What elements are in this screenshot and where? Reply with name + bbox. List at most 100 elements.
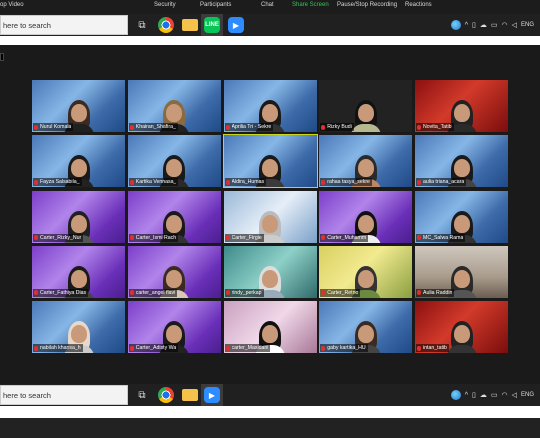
participant-tile[interactable]: Carter_Adisty Wa [127, 301, 221, 353]
zoom-app-icon[interactable]: ▶ [204, 387, 220, 403]
file-explorer-icon[interactable] [182, 389, 198, 401]
participant-name: Carter_Muhamm [327, 234, 367, 241]
mic-muted-icon [321, 179, 326, 185]
mic-muted-icon [129, 345, 134, 351]
chrome-icon[interactable] [158, 387, 174, 403]
top-strip: op Video Security Participants Chat Shar… [0, 0, 540, 36]
participant-name-label: Aulia Raddin [416, 288, 455, 297]
battery-icon[interactable]: ▯ [472, 21, 476, 29]
participant-tile[interactable]: Carter_Rizky_Nur [32, 190, 125, 243]
network-icon[interactable]: ▭ [491, 21, 498, 29]
mic-muted-icon [417, 290, 421, 296]
participant-tile[interactable]: Carter_Fathiya Dias [32, 245, 125, 298]
taskbar-search-box[interactable]: here to search [0, 15, 128, 35]
participant-name: Carter_Adisty Wa [135, 345, 177, 351]
chevron-up-icon[interactable]: ^ [465, 22, 468, 29]
participant-tile[interactable]: rindy_perkap [223, 245, 317, 298]
mic-muted-icon [225, 124, 230, 130]
participant-tile[interactable]: Carter_Ismi Rach [127, 190, 221, 243]
taskbar: here to search ⧉ LINE ▶ ^ ▯ ☁ ▭ ◠ ◁ ENG [0, 14, 540, 36]
line-app-icon[interactable]: LINE [204, 17, 220, 33]
participant-tile[interactable]: carter_Maxidani [223, 301, 317, 353]
reactions-button[interactable]: Reactions [405, 2, 432, 8]
mic-muted-icon [34, 124, 38, 130]
battery-icon[interactable]: ▯ [472, 391, 476, 399]
participant-name-label: Carter_Rizky_Nur [33, 233, 84, 242]
participant-tile[interactable]: Fayza Salsabila_ [32, 135, 125, 188]
participant-tile[interactable]: rahaa tasya_sekre [319, 135, 413, 188]
chrome-icon[interactable] [158, 17, 174, 33]
zoom-app-icon[interactable]: ▶ [228, 17, 244, 33]
participant-name-label: Khairan_Shafira_ [128, 123, 178, 131]
taskbar-search-text-bottom: here to search [3, 391, 51, 400]
participant-tile[interactable]: Khairan_Shafira_ [127, 80, 221, 132]
participant-name: intan_tatib [423, 345, 447, 351]
language-indicator[interactable]: ENG [521, 392, 534, 398]
participant-name-label: Carter_Muhamm [320, 233, 369, 242]
language-indicator[interactable]: ENG [521, 22, 534, 28]
weather-icon[interactable] [450, 390, 461, 400]
participant-grid: Nurul Komala Khairan_Shafira_ Aprilia Tri … [32, 80, 508, 353]
participant-tile[interactable]: Aprilia Tri - Sekre [223, 80, 317, 132]
participant-name-label: Carter_Retno [320, 288, 361, 297]
participant-name-label: nabilah khansa_h [33, 344, 83, 352]
participant-tile[interactable]: Aulia Raddin [415, 245, 508, 298]
participant-name: Carter_Retno [327, 289, 359, 296]
participant-tile[interactable]: gaby kartika_HU [319, 301, 413, 353]
participant-name-label: Fayza Salsabila_ [33, 178, 82, 187]
participant-tile[interactable]: MC_Salwa Rama [415, 190, 508, 243]
participant-tile[interactable]: Rizky Budi [319, 80, 413, 132]
participant-tile[interactable]: Carter_Retno [319, 245, 413, 298]
participant-name: Aprilia Tri - Sekre [231, 124, 272, 130]
participant-tile[interactable]: carter_angel flavi [127, 245, 221, 298]
participant-video [350, 98, 381, 132]
file-explorer-icon[interactable] [182, 19, 198, 31]
participants-button[interactable]: Participants [200, 2, 231, 8]
volume-icon[interactable]: ◁ [512, 21, 517, 29]
participant-name: Carter_Firgie [231, 234, 262, 241]
chevron-up-icon[interactable]: ^ [465, 392, 468, 399]
mic-muted-icon [129, 124, 134, 130]
chat-button[interactable]: Chat [261, 2, 274, 8]
share-screen-button[interactable]: Share Screen [292, 2, 329, 8]
cloud-icon[interactable]: ☁ [480, 391, 487, 399]
taskbar-search-text: here to search [3, 21, 51, 30]
security-button[interactable]: Security [154, 2, 176, 8]
task-view-icon[interactable]: ⧉ [134, 387, 150, 403]
participant-tile[interactable]: intan_tatib [415, 301, 508, 353]
taskbar-search-box-bottom[interactable]: here to search [0, 385, 128, 405]
participant-name-label: intan_tatib [416, 344, 449, 352]
participant-tile[interactable]: Carter_Muhamm [319, 190, 413, 243]
participant-tile[interactable]: nabilah khansa_h [32, 301, 125, 353]
wifi-icon[interactable]: ◠ [501, 391, 507, 399]
record-button[interactable]: Pause/Stop Recording [337, 2, 397, 8]
participant-name-label: Carter_Ismi Rach [128, 233, 179, 242]
weather-icon[interactable] [450, 20, 461, 30]
volume-icon[interactable]: ◁ [512, 391, 517, 399]
network-icon[interactable]: ▭ [491, 391, 498, 399]
mic-muted-icon [321, 235, 326, 240]
mic-muted-icon [321, 345, 326, 351]
participant-tile[interactable]: Novita_Tatib [415, 80, 508, 132]
participant-tile[interactable]: Carter_Firgie [223, 190, 317, 243]
cloud-icon[interactable]: ☁ [480, 21, 487, 29]
participant-name: carter_angel flavi [135, 289, 176, 296]
participant-name: Aulia Raddin [423, 289, 453, 296]
mic-muted-icon [225, 235, 230, 240]
task-view-icon[interactable]: ⧉ [134, 17, 150, 33]
participant-name-label: Carter_Adisty Wa [128, 344, 179, 352]
participant-tile[interactable]: aulia triana_acara [415, 135, 508, 188]
taskbar-bottom: here to search ⧉ ▶ ^ ▯ ☁ ▭ ◠ ◁ ENG [0, 384, 540, 406]
participant-name: nabilah khansa_h [40, 345, 81, 351]
wifi-icon[interactable]: ◠ [501, 21, 507, 29]
stop-video-button[interactable]: op Video [0, 2, 24, 8]
participant-name: Fayza Salsabila_ [40, 179, 80, 186]
participant-tile[interactable]: Aldira_Humas [222, 134, 318, 189]
mic-muted-icon [417, 345, 421, 351]
participant-name-label: Aprilia Tri - Sekre [224, 123, 274, 131]
participant-tile[interactable]: Nurul Komala [32, 80, 125, 132]
zoom-toolbar: op Video Security Participants Chat Shar… [0, 0, 540, 14]
mic-muted-icon [34, 290, 38, 296]
participant-tile[interactable]: Kartika Vennasa_ [127, 135, 221, 188]
participant-name-label: Aldira_Humas [224, 178, 267, 187]
